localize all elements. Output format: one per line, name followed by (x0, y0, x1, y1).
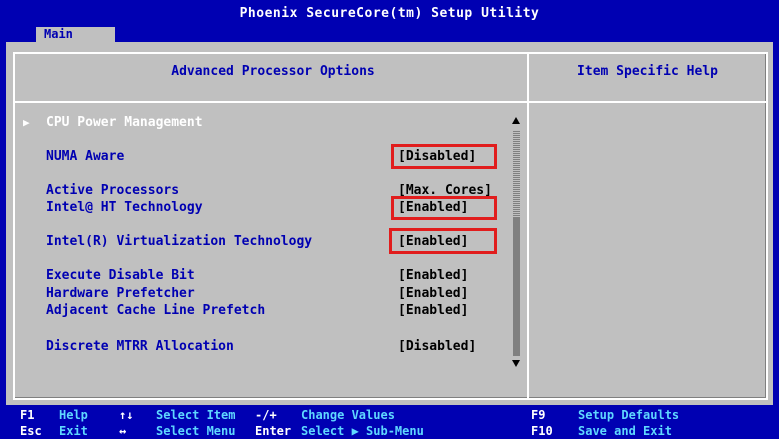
key-enter-action: Select ▶ Sub-Menu (301, 424, 424, 438)
key-f10: F10 (531, 424, 553, 438)
page-title: Advanced Processor Options (171, 64, 375, 79)
scroll-down-arrow-icon[interactable] (512, 360, 520, 367)
key-left-right-action: Select Menu (156, 424, 236, 438)
item-label: Hardware Prefetcher (46, 286, 195, 301)
key-left-right: ↔ (119, 424, 127, 438)
item-label: Discrete MTRR Allocation (46, 339, 234, 354)
main-panel: Advanced Processor Options Item Specific… (6, 42, 773, 405)
key-minus-plus: -/+ (255, 408, 277, 422)
highlight-box (391, 144, 497, 169)
item-label: Intel(R) Virtualization Technology (46, 234, 313, 249)
item-value[interactable]: [Enabled] (398, 268, 468, 284)
key-f1: F1 (20, 408, 35, 422)
item-value[interactable]: [Enabled] (398, 303, 468, 319)
key-up-down-action: Select Item (156, 408, 236, 422)
key-minus-plus-action: Change Values (301, 408, 395, 422)
item-label: Execute Disable Bit (46, 268, 195, 283)
help-title: Item Specific Help (577, 64, 718, 79)
header-divider (13, 101, 768, 103)
tab-main[interactable]: Main (36, 27, 115, 42)
scroll-up-arrow-icon[interactable] (512, 117, 520, 124)
highlight-box (391, 196, 497, 220)
menu-item-cpu-power-management[interactable]: ▶ CPU Power Management (23, 115, 506, 131)
key-up-down: ↑↓ (119, 408, 134, 422)
item-label: CPU Power Management (46, 115, 203, 130)
key-f1-action: Help (59, 408, 88, 422)
menu-item-discrete-mtrr-allocation[interactable]: Discrete MTRR Allocation [Disabled] (46, 339, 506, 355)
item-label: Adjacent Cache Line Prefetch (46, 303, 266, 318)
key-f9-action: Setup Defaults (578, 408, 680, 422)
item-label: Active Processors (46, 183, 180, 198)
key-enter: Enter (255, 424, 292, 438)
window-title: Phoenix SecureCore(tm) Setup Utility (239, 6, 540, 21)
item-label: Intel@ HT Technology (46, 200, 203, 215)
title-bar: Phoenix SecureCore(tm) Setup Utility (0, 0, 779, 27)
menu-item-execute-disable-bit[interactable]: Execute Disable Bit [Enabled] (46, 268, 506, 284)
key-f10-action: Save and Exit (578, 424, 672, 438)
key-help-footer: F1 Help ↑↓ Select Item -/+ Change Values… (0, 405, 779, 439)
key-f9: F9 (531, 408, 546, 422)
highlight-box (389, 228, 497, 254)
column-divider (527, 54, 529, 400)
scrollbar-thumb[interactable] (513, 130, 520, 217)
menu-item-hardware-prefetcher[interactable]: Hardware Prefetcher [Enabled] (46, 286, 506, 302)
key-esc: Esc (20, 424, 42, 438)
item-value[interactable]: [Disabled] (398, 339, 476, 355)
submenu-arrow-icon: ▶ (23, 116, 30, 129)
item-value[interactable]: [Enabled] (398, 286, 468, 302)
key-esc-action: Exit (59, 424, 88, 438)
item-label: NUMA Aware (46, 149, 125, 164)
menu-item-adjacent-cache-line-prefetch[interactable]: Adjacent Cache Line Prefetch [Enabled] (46, 303, 506, 319)
